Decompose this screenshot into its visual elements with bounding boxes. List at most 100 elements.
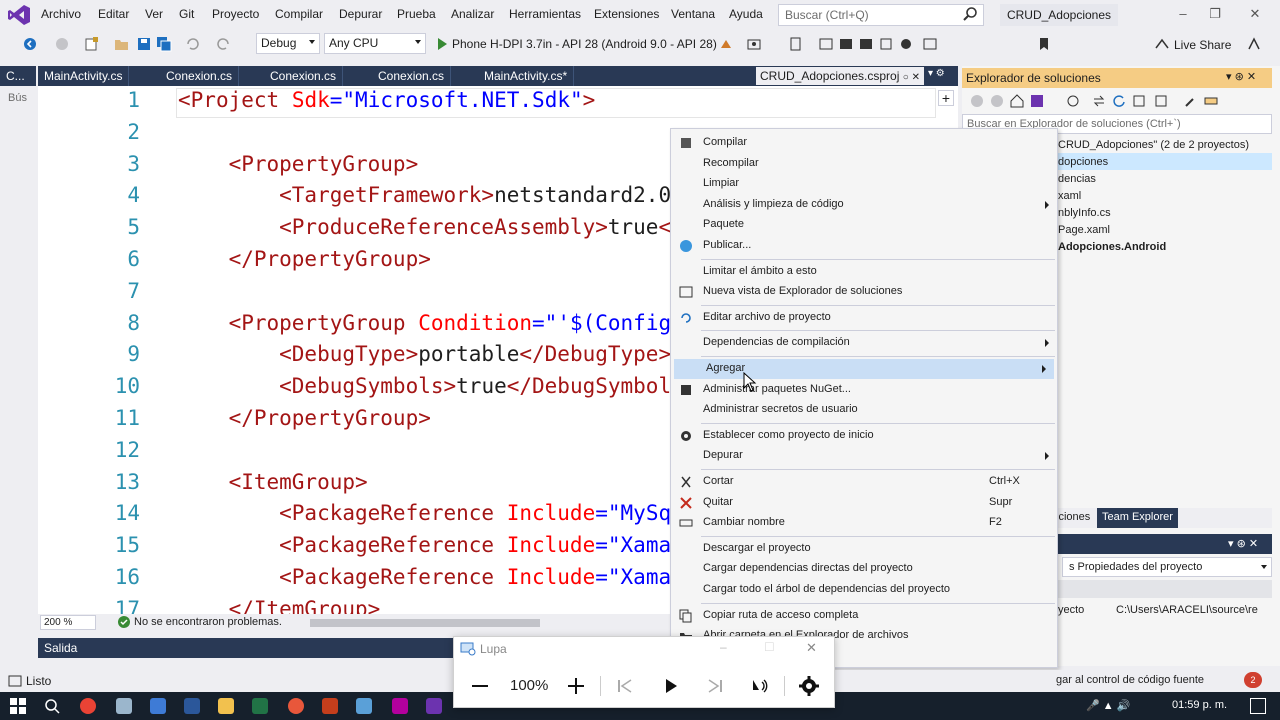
add-to-source-control[interactable]: gar al control de código fuente [1056, 674, 1204, 686]
magnifier-minimize[interactable]: – [720, 640, 727, 654]
device-icon[interactable] [788, 36, 804, 52]
new-project-icon[interactable] [84, 36, 100, 52]
windows-start-icon[interactable] [10, 698, 26, 714]
tree-item[interactable]: CRUD_Adopciones" (2 de 2 proyectos) [1058, 139, 1249, 151]
read-from-here-icon[interactable] [750, 676, 770, 696]
tab-4[interactable]: MainActivity.cs* [478, 66, 575, 86]
screenshot-icon[interactable] [746, 36, 762, 52]
context-menu-item[interactable]: Compilar [671, 133, 1057, 153]
code-line[interactable]: </PropertyGroup> [178, 247, 431, 277]
properties-icon[interactable] [1184, 94, 1198, 108]
left-panel-title[interactable]: C... [0, 66, 36, 86]
app-icon-b[interactable] [150, 698, 166, 714]
toolbar-icon-e[interactable] [898, 36, 914, 52]
save-all-icon[interactable] [156, 36, 172, 52]
undo-icon[interactable] [184, 36, 200, 52]
magnifier-close[interactable]: ✕ [806, 640, 817, 656]
menu-item-11[interactable]: Ventana [671, 7, 715, 21]
toolbar-icon-c[interactable] [858, 36, 874, 52]
visual-studio-logo-icon[interactable] [8, 5, 30, 25]
split-editor-button[interactable]: + [938, 90, 954, 106]
maximize-button[interactable]: ❐ [1200, 6, 1230, 24]
context-menu-item[interactable]: Recompilar [671, 154, 1057, 174]
back-icon[interactable] [970, 94, 984, 108]
collapse-all-icon[interactable] [1132, 94, 1146, 108]
show-all-files-icon[interactable] [1154, 94, 1168, 108]
toolbar-icon-f[interactable] [922, 36, 938, 52]
tree-item[interactable]: dopciones [1058, 156, 1108, 168]
sync-icon[interactable] [1092, 94, 1106, 108]
context-menu-item[interactable]: Establecer como proyecto de inicio [671, 426, 1057, 446]
menu-item-2[interactable]: Ver [145, 7, 163, 21]
live-share-button[interactable]: Live Share [1174, 38, 1231, 52]
refresh-icon[interactable] [1112, 94, 1126, 108]
history-icon[interactable] [1066, 94, 1080, 108]
menu-item-12[interactable]: Ayuda [729, 7, 763, 21]
menu-item-5[interactable]: Compilar [275, 7, 323, 21]
context-menu-item[interactable]: Agregar [674, 359, 1054, 379]
context-menu-item[interactable]: Administrar secretos de usuario [671, 400, 1057, 420]
menu-item-8[interactable]: Analizar [451, 7, 494, 21]
code-line[interactable]: </PropertyGroup> [178, 406, 431, 436]
tab-csproj[interactable]: CRUD_Adopciones.csproj ○ ✕ [756, 67, 924, 85]
vs-icon[interactable] [1030, 94, 1044, 108]
tree-item[interactable]: dencias [1058, 173, 1096, 185]
tab-3[interactable]: Conexion.cs [372, 66, 452, 86]
previous-icon[interactable] [616, 677, 634, 695]
tree-item[interactable]: nblyInfo.cs [1058, 207, 1111, 219]
horizontal-scrollbar[interactable] [310, 619, 540, 627]
zoom-dropdown[interactable]: 200 % [40, 615, 96, 630]
home-icon[interactable] [1010, 94, 1024, 108]
file-explorer-icon[interactable] [218, 698, 234, 714]
code-line[interactable]: <DebugType>portable</DebugType> [178, 342, 671, 372]
live-share-icon[interactable] [1154, 36, 1170, 52]
clock[interactable]: 01:59 p. m. [1172, 699, 1227, 711]
search-input[interactable]: Buscar (Ctrl+Q) [778, 4, 984, 26]
solution-explorer-controls[interactable]: ▾ ⊛ ✕ [1226, 70, 1256, 83]
run-target-label[interactable]: Phone H-DPI 3.7in - API 28 (Android 9.0 … [452, 37, 717, 51]
app-icon-d[interactable] [356, 698, 372, 714]
tab-solution-explorer[interactable]: iciones [1056, 511, 1090, 523]
tab-overflow-icon[interactable]: ▾ ⚙ [928, 68, 945, 79]
platform-dropdown[interactable]: Any CPU [324, 33, 426, 54]
toolbar-icon-b[interactable] [838, 36, 854, 52]
save-icon[interactable] [136, 36, 152, 52]
bookmark-icon[interactable] [1036, 36, 1052, 52]
hot-reload-icon[interactable] [718, 36, 734, 52]
code-line[interactable]: <ItemGroup> [178, 470, 368, 500]
tab-1[interactable]: Conexion.cs [160, 66, 240, 86]
close-button[interactable]: ✕ [1240, 6, 1270, 24]
menu-item-10[interactable]: Extensiones [594, 7, 659, 21]
menu-item-9[interactable]: Herramientas [509, 7, 581, 21]
feedback-icon[interactable] [1246, 36, 1262, 52]
gear-icon[interactable] [798, 675, 820, 697]
menu-item-7[interactable]: Prueba [397, 7, 436, 21]
magnifier-maximize[interactable]: ☐ [764, 640, 775, 654]
tray-icons[interactable]: 🎤 ▲ 🔊 [1086, 699, 1130, 712]
properties-controls[interactable]: ▾ ⊛ ✕ [1228, 537, 1258, 550]
property-value[interactable]: C:\Users\ARACELI\source\re [1116, 604, 1258, 616]
zoom-in-icon[interactable] [566, 676, 586, 696]
context-menu-item[interactable]: Administrar paquetes NuGet... [671, 380, 1057, 400]
context-menu-item[interactable]: Cambiar nombre F2 [671, 513, 1057, 533]
forward-icon[interactable] [54, 36, 70, 52]
toolbar-icon-d[interactable] [878, 36, 894, 52]
notification-badge[interactable]: 2 [1244, 672, 1262, 688]
minimize-button[interactable]: – [1168, 6, 1198, 24]
menu-item-1[interactable]: Editar [98, 7, 129, 21]
app-icon-e[interactable] [392, 698, 408, 714]
menu-item-6[interactable]: Depurar [339, 7, 382, 21]
tab-team-explorer[interactable]: Team Explorer [1097, 508, 1178, 528]
menu-item-3[interactable]: Git [179, 7, 194, 21]
app-icon-c[interactable] [288, 698, 304, 714]
context-menu-item[interactable]: Dependencias de compilación [671, 333, 1057, 353]
context-menu-item[interactable]: Quitar Supr [671, 493, 1057, 513]
context-menu-item[interactable]: Limpiar [671, 174, 1057, 194]
context-menu-item[interactable]: Análisis y limpieza de código [671, 195, 1057, 215]
code-line[interactable]: <PropertyGroup> [178, 152, 419, 182]
code-line[interactable]: <Project Sdk="Microsoft.NET.Sdk"> [178, 88, 595, 118]
menu-item-4[interactable]: Proyecto [212, 7, 259, 21]
redo-icon[interactable] [216, 36, 232, 52]
notifications-icon[interactable] [1250, 698, 1266, 714]
context-menu-item[interactable]: Descargar el proyecto [671, 539, 1057, 559]
